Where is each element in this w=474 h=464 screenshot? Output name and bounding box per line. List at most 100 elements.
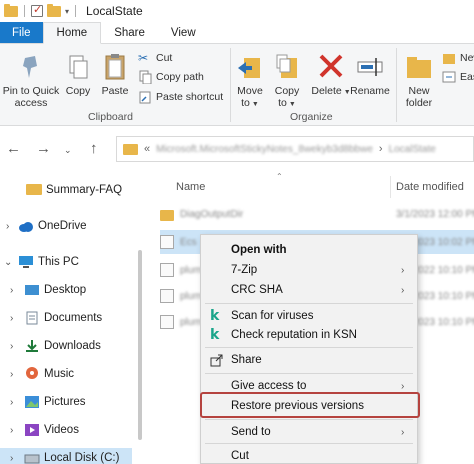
copy-path-icon	[138, 70, 152, 85]
context-menu: Open with 7-Zip › CRC SHA › k Scan for v…	[200, 234, 418, 464]
move-to-button[interactable]: Move to ▼	[234, 52, 266, 111]
chevron-right-icon: ›	[401, 264, 405, 276]
chevron-right-icon[interactable]: ›	[6, 221, 9, 232]
chevron-right-icon[interactable]: ›	[10, 313, 13, 324]
download-arrow-icon	[24, 339, 40, 353]
paste-shortcut-icon	[138, 90, 152, 104]
copy-to-label-2-row: to ▼	[278, 97, 296, 111]
menu-item-cut[interactable]: Cut	[201, 445, 417, 464]
nav-item-music[interactable]: › Music	[0, 364, 140, 384]
nav-item-label: Documents	[44, 312, 103, 324]
nav-item-documents[interactable]: › Documents	[0, 308, 140, 328]
overflow-chevron-icon[interactable]: «	[144, 143, 150, 155]
chevron-right-icon[interactable]: ›	[10, 285, 13, 296]
tab-share[interactable]: Share	[101, 22, 158, 43]
menu-item-7zip[interactable]: 7-Zip ›	[201, 259, 417, 281]
nav-item-this-pc[interactable]: ⌄ This PC	[0, 252, 140, 272]
nav-item-videos[interactable]: › Videos	[0, 420, 140, 440]
chevron-down-icon[interactable]: ⌄	[4, 257, 12, 268]
chevron-right-icon[interactable]: ›	[10, 341, 13, 352]
folder-icon	[123, 143, 138, 155]
delete-button[interactable]: Delete ▼	[311, 52, 351, 99]
back-arrow-icon[interactable]: ←	[6, 140, 21, 157]
menu-item-send-to[interactable]: Send to ›	[201, 421, 417, 443]
paste-icon	[101, 52, 129, 82]
chevron-right-icon[interactable]: ›	[379, 143, 383, 155]
nav-item-pictures[interactable]: › Pictures	[0, 392, 140, 412]
new-item-icon	[442, 51, 456, 65]
paste-shortcut-button[interactable]: Paste shortcut	[138, 90, 223, 104]
menu-item-label: Scan for viruses	[231, 310, 314, 322]
paste-button[interactable]: Paste	[98, 52, 132, 97]
nav-item-summary-faq[interactable]: Summary-FAQ	[0, 180, 140, 200]
up-arrow-icon[interactable]: ↑	[90, 140, 98, 157]
drive-icon	[24, 452, 40, 464]
tab-file[interactable]: File	[0, 22, 43, 43]
copy-to-button[interactable]: Copy to ▼	[270, 52, 304, 111]
cut-button[interactable]: ✂ Cut	[138, 51, 172, 65]
forward-arrow-icon[interactable]: →	[36, 140, 51, 157]
copy-button[interactable]: Copy	[62, 52, 94, 97]
paste-label: Paste	[101, 85, 129, 97]
share-icon	[210, 353, 224, 367]
menu-item-label: Check reputation in KSN	[231, 329, 357, 341]
column-divider[interactable]	[390, 176, 391, 198]
menu-item-label: CRC SHA	[231, 284, 283, 296]
new-folder-icon[interactable]	[47, 3, 61, 17]
menu-item-label: Send to	[231, 426, 271, 438]
menu-item-open-with[interactable]: Open with	[201, 239, 417, 261]
file-row[interactable]: DiagOutputDir 3/1/2023 12:00 PM	[160, 202, 474, 226]
address-path-segment[interactable]: Microsoft.MicrosoftStickyNotes_8wekyb3d8…	[156, 144, 373, 155]
chevron-down-icon: ▼	[251, 101, 259, 108]
address-bar[interactable]: « Microsoft.MicrosoftStickyNotes_8wekyb3…	[116, 136, 474, 162]
menu-item-label: 7-Zip	[231, 264, 258, 276]
rename-button[interactable]: Rename	[350, 52, 390, 97]
new-item-button[interactable]: New	[442, 51, 474, 65]
easy-access-button[interactable]: Eas	[442, 70, 474, 84]
folder-icon	[26, 184, 42, 195]
copy-path-button[interactable]: Copy path	[138, 70, 204, 85]
quick-access-dropdown-icon[interactable]: ▾	[65, 7, 69, 16]
address-current-segment[interactable]: LocalState	[389, 144, 436, 155]
nav-item-local-disk[interactable]: › Local Disk (C:)	[0, 448, 132, 464]
nav-item-desktop[interactable]: › Desktop	[0, 280, 140, 300]
new-folder-icon	[405, 52, 433, 82]
menu-item-check-reputation[interactable]: k Check reputation in KSN	[201, 324, 417, 346]
menu-item-crc-sha[interactable]: CRC SHA ›	[201, 279, 417, 301]
desktop-icon	[24, 283, 40, 297]
documents-icon	[24, 311, 40, 325]
chevron-right-icon[interactable]: ›	[10, 453, 13, 464]
pin-to-quick-access-button[interactable]: Pin to Quick access	[2, 52, 60, 109]
file-icon	[160, 315, 174, 329]
file-icon	[160, 263, 174, 277]
nav-item-downloads[interactable]: › Downloads	[0, 336, 140, 356]
organize-group-label: Organize	[290, 111, 333, 123]
new-folder-button[interactable]: New folder	[400, 52, 438, 109]
chevron-right-icon[interactable]: ›	[10, 425, 13, 436]
nav-item-label: Desktop	[44, 284, 87, 296]
easy-access-icon	[442, 70, 456, 84]
clipboard-group-label: Clipboard	[88, 111, 133, 123]
tab-view[interactable]: View	[158, 22, 209, 43]
delete-label: Delete	[311, 85, 342, 97]
nav-scrollbar[interactable]	[138, 250, 142, 440]
recent-locations-chevron-icon[interactable]: ⌄	[64, 145, 72, 156]
new-folder-label-2: folder	[405, 97, 433, 109]
properties-icon[interactable]	[31, 3, 43, 17]
copy-icon	[64, 52, 92, 82]
divider	[75, 5, 77, 17]
sort-ascending-icon: ⌃	[276, 172, 283, 181]
tab-home[interactable]: Home	[42, 22, 102, 44]
title-bar: ▾ LocalState	[0, 0, 474, 22]
chevron-right-icon[interactable]: ›	[10, 397, 13, 408]
move-to-label-2-row: to ▼	[241, 97, 259, 111]
music-icon	[24, 366, 40, 380]
column-header-name[interactable]: Name	[176, 181, 205, 193]
chevron-right-icon[interactable]: ›	[10, 369, 13, 380]
column-header-date[interactable]: Date modified	[396, 181, 464, 193]
pin-label-1: Pin to Quick	[2, 85, 60, 97]
nav-item-onedrive[interactable]: › OneDrive	[0, 216, 140, 236]
navigation-pane: Summary-FAQ › OneDrive ⌄ This PC › Deskt…	[0, 172, 148, 464]
menu-item-label: Give access to	[231, 380, 307, 392]
menu-item-share[interactable]: Share	[201, 349, 417, 371]
